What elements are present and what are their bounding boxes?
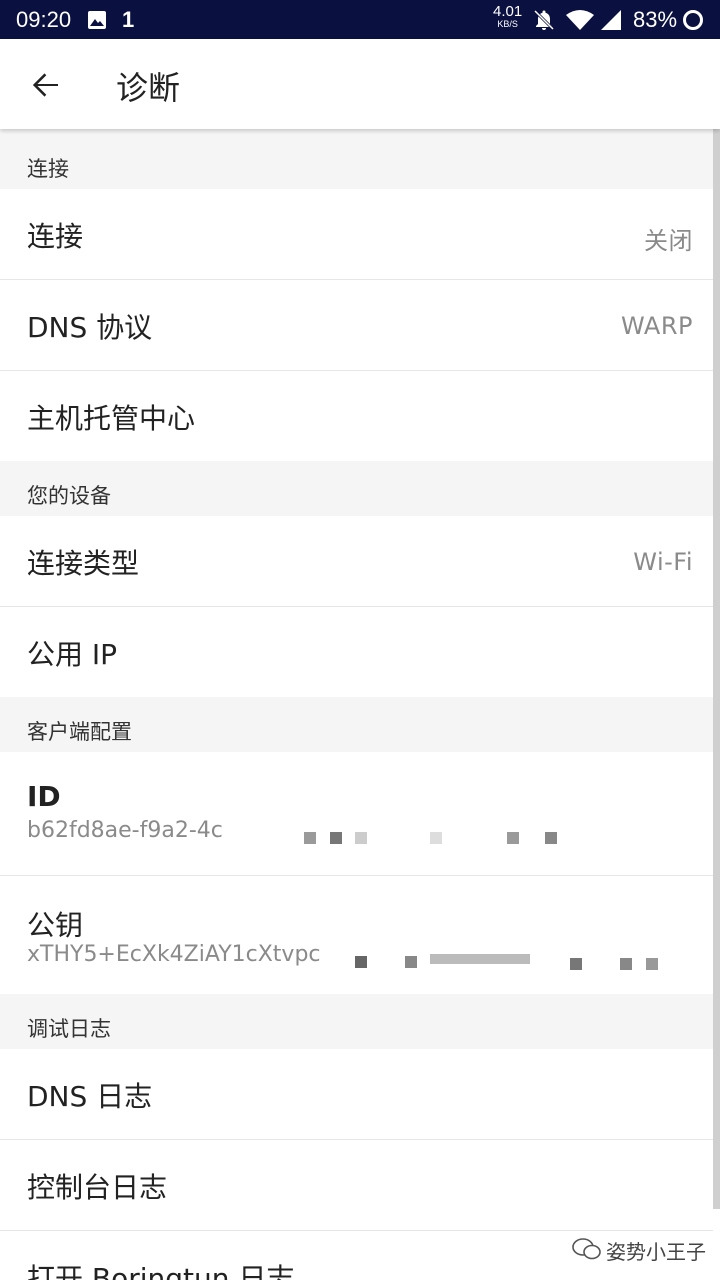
status-time: 09:20 — [16, 7, 72, 32]
connection-label: 连接 — [27, 220, 84, 253]
connection-type-row[interactable]: 连接类型 Wi-Fi — [0, 516, 713, 607]
image-notification-icon — [88, 11, 106, 29]
redaction-mosaic — [355, 956, 367, 968]
app-bar: 诊断 — [0, 39, 720, 129]
battery-percentage: 83% — [633, 7, 678, 32]
scrollbar[interactable] — [713, 129, 720, 1209]
wifi-icon — [566, 10, 594, 30]
public-key-row[interactable]: 公钥 xTHY5+EcXk4ZiAY1cXtvpc — [0, 876, 713, 994]
back-arrow-icon[interactable] — [28, 67, 64, 103]
redaction-mosaic — [620, 958, 632, 970]
section-header-client: 客户端配置 — [27, 720, 132, 744]
redaction-mosaic — [405, 956, 417, 968]
client-id-value: b62fd8ae-f9a2-4c — [27, 818, 223, 843]
public-ip-row[interactable]: 公用 IP — [0, 607, 713, 697]
redaction-mosaic — [330, 832, 342, 844]
public-key-label: 公钥 — [27, 909, 84, 942]
redaction-mosaic — [355, 832, 367, 844]
connection-type-value: Wi-Fi — [633, 548, 693, 576]
redaction-mosaic — [646, 958, 658, 970]
redaction-mosaic — [430, 832, 442, 844]
connection-value: 关闭 — [644, 227, 693, 255]
public-key-value: xTHY5+EcXk4ZiAY1cXtvpc — [27, 942, 321, 967]
page-title: 诊断 — [116, 69, 181, 107]
status-bar: 09:20 1 4.01 KB/S 83% — [0, 0, 720, 39]
console-log-row[interactable]: 控制台日志 — [0, 1140, 713, 1231]
boringtun-log-label: 打开 Boringtun 日志 — [27, 1262, 295, 1280]
bell-off-icon — [533, 9, 555, 31]
connection-row[interactable]: 连接 关闭 — [0, 189, 713, 280]
section-header-debug: 调试日志 — [27, 1017, 111, 1041]
dns-protocol-row[interactable]: DNS 协议 WARP — [0, 280, 713, 371]
connection-type-label: 连接类型 — [27, 547, 140, 580]
battery-icon — [683, 10, 703, 30]
redaction-mosaic — [304, 832, 316, 844]
client-id-row[interactable]: ID b62fd8ae-f9a2-4c — [0, 752, 713, 876]
redaction-mosaic — [545, 832, 557, 844]
public-ip-label: 公用 IP — [27, 638, 118, 671]
hosting-center-label: 主机托管中心 — [27, 402, 196, 435]
section-header-connection: 连接 — [27, 157, 69, 181]
signal-icon — [601, 10, 621, 30]
dns-protocol-label: DNS 协议 — [27, 311, 153, 344]
client-id-label: ID — [27, 780, 61, 813]
section-header-device: 您的设备 — [27, 484, 111, 508]
diagnostics-list[interactable]: 连接 连接 关闭 DNS 协议 WARP 主机托管中心 您的设备 连接类型 Wi… — [0, 129, 713, 1280]
network-speed: 4.01 KB/S — [493, 3, 523, 29]
hosting-center-row[interactable]: 主机托管中心 — [0, 371, 713, 461]
dns-log-row[interactable]: DNS 日志 — [0, 1049, 713, 1140]
sim-indicator: 1 — [122, 7, 135, 32]
redaction-mosaic — [507, 832, 519, 844]
redaction-mosaic — [570, 958, 582, 970]
console-log-label: 控制台日志 — [27, 1171, 168, 1204]
dns-protocol-value: WARP — [621, 312, 693, 340]
watermark: 姿势小王子 — [606, 1242, 706, 1264]
dns-log-label: DNS 日志 — [27, 1080, 153, 1113]
redaction-mosaic — [430, 954, 530, 964]
wechat-logo-icon — [572, 1238, 601, 1260]
